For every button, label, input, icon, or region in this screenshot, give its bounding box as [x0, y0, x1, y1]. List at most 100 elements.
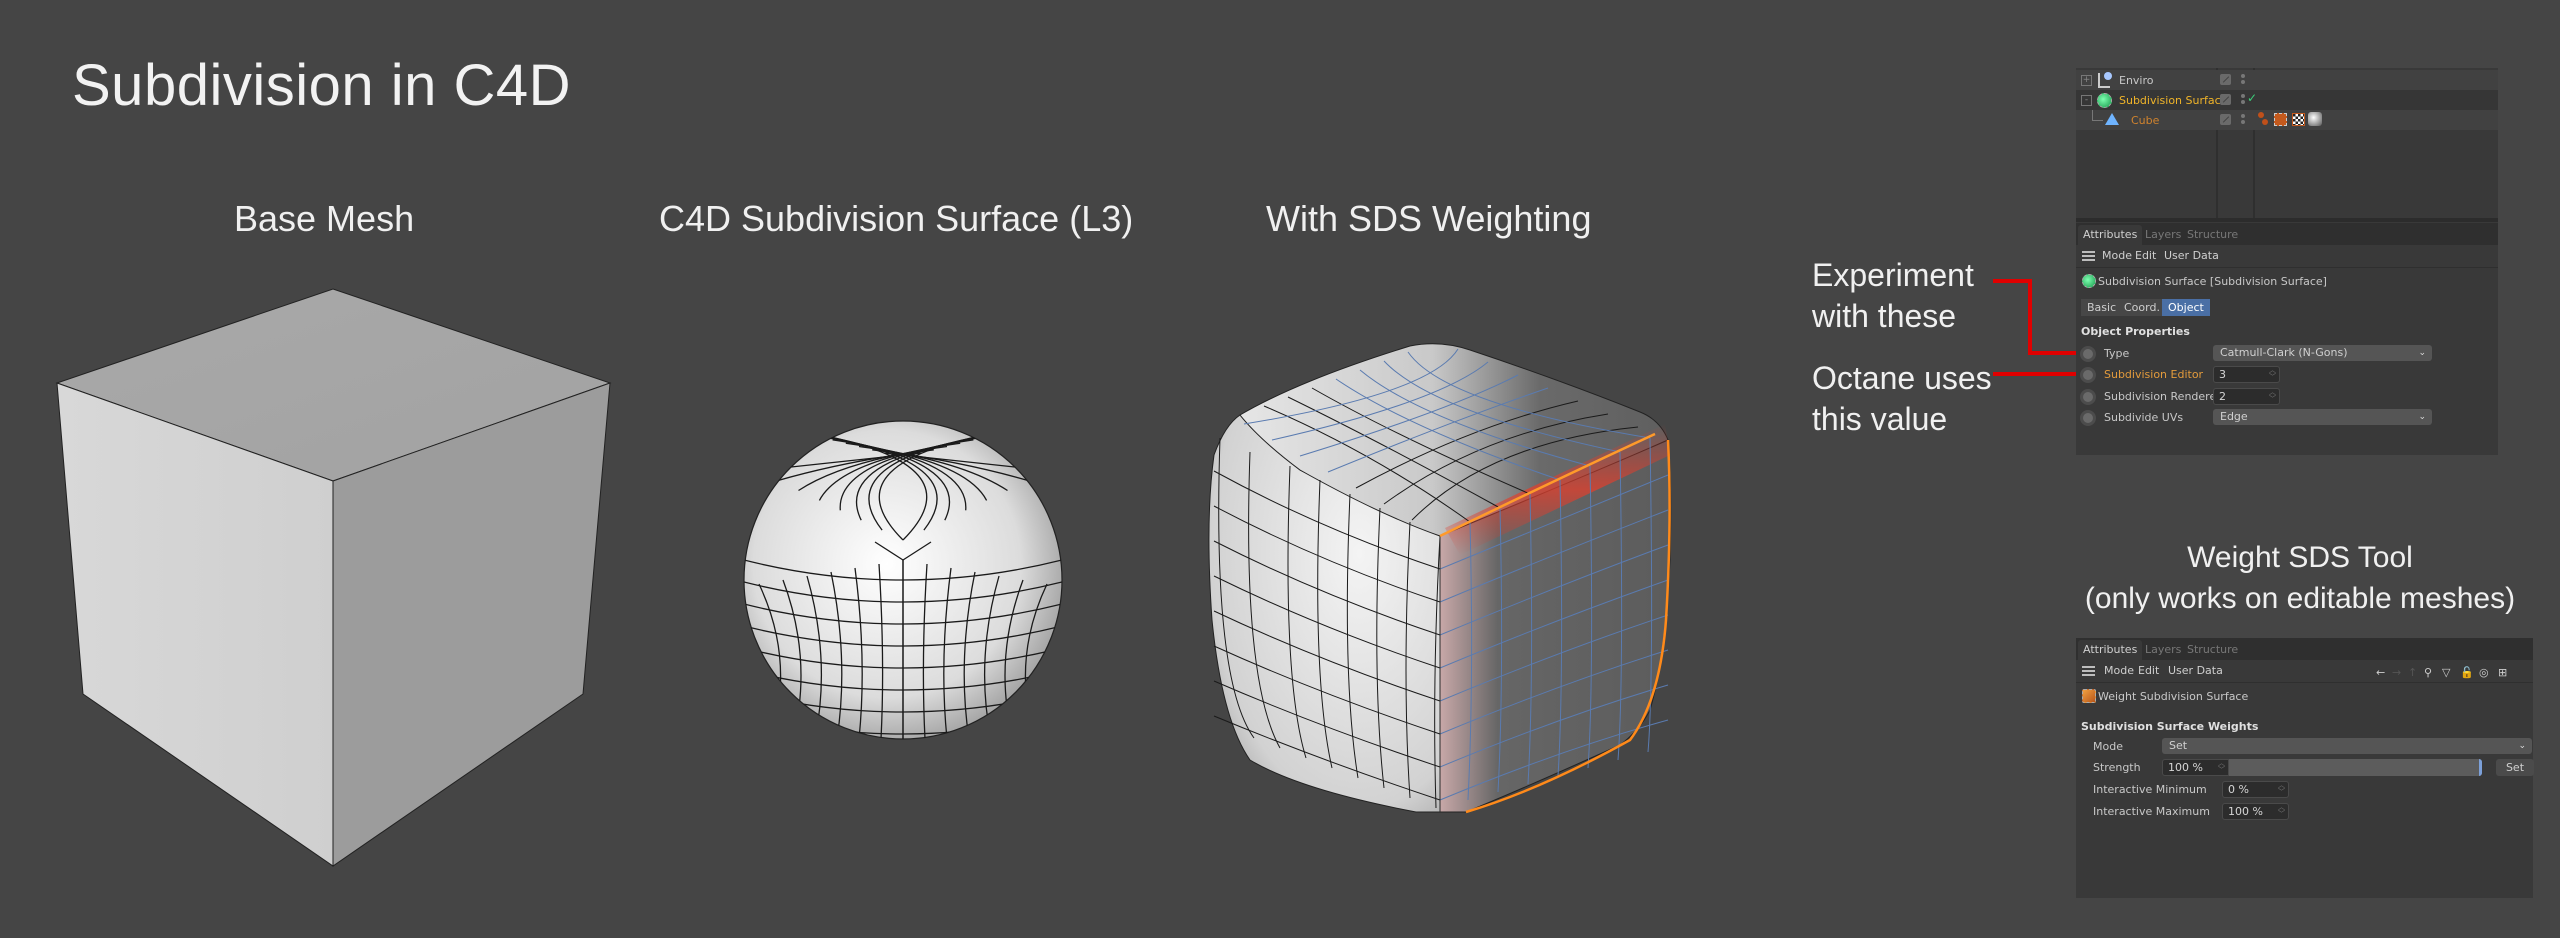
selection-tag-icon-dot — [2262, 119, 2268, 125]
subdivided-sphere — [743, 420, 1063, 740]
spinner-icon[interactable]: ︿ ﹀ — [2269, 389, 2276, 403]
tab-structure[interactable]: Structure — [2182, 640, 2243, 660]
chevron-down-icon: ⌄ — [2418, 412, 2426, 422]
panel-divider — [2076, 218, 2498, 222]
render-dots[interactable] — [2241, 114, 2245, 126]
weighted-rounded-cube — [1208, 343, 1672, 814]
dropdown-subdivide-uvs[interactable]: Edge ⌄ — [2213, 409, 2432, 425]
target-icon[interactable]: ◎ — [2479, 666, 2489, 679]
collapse-icon[interactable]: - — [2081, 95, 2092, 106]
spinner-icon[interactable]: ︿ ﹀ — [2269, 367, 2276, 381]
tab-layers[interactable]: Layers — [2140, 640, 2186, 660]
label-mode: Mode — [2093, 740, 2123, 753]
material-tag-icon[interactable] — [2308, 112, 2322, 126]
strength-slider[interactable] — [2229, 759, 2482, 776]
forward-arrow-icon[interactable]: → — [2392, 666, 2401, 679]
annotation-line-experiment — [1993, 279, 2088, 355]
subtab-basic[interactable]: Basic — [2081, 299, 2123, 316]
polygon-object-icon — [2105, 113, 2119, 125]
object-manager: + Enviro - Subdivision Surface ✓ Cube — [2076, 68, 2498, 218]
spinner-icon[interactable]: ︿ ﹀ — [2278, 782, 2285, 796]
attributes-menu-bar: Mode Edit User Data ← → ↑ ⚲ ▽ 🔓 ◎ ⊞ — [2076, 660, 2533, 683]
set-button[interactable]: Set — [2496, 759, 2534, 776]
animate-radio[interactable] — [2080, 346, 2096, 362]
label-strength: Strength — [2093, 761, 2141, 774]
visibility-toggle[interactable] — [2220, 74, 2231, 85]
object-name[interactable]: Cube — [2131, 114, 2159, 127]
label-subdivide-uvs: Subdivide UVs — [2104, 411, 2184, 424]
attributes-tab-bar: Attributes Layers Structure — [2076, 638, 2533, 660]
dropdown-type-value: Catmull-Clark (N-Gons) — [2220, 346, 2348, 359]
object-row-subdivision-surface[interactable]: - Subdivision Surface ✓ — [2076, 90, 2498, 110]
animate-radio[interactable] — [2080, 410, 2096, 426]
label-subdivision-renderer: Subdivision Renderer — [2104, 390, 2221, 403]
expand-icon[interactable]: + — [2081, 75, 2092, 86]
field-interactive-maximum[interactable]: 100 % ︿ ﹀ — [2222, 803, 2289, 820]
subdivision-surface-icon — [2082, 274, 2096, 288]
field-subdivision-renderer[interactable]: 2 ︿ ﹀ — [2213, 388, 2280, 405]
back-arrow-icon[interactable]: ← — [2376, 666, 2385, 679]
object-name[interactable]: Subdivision Surface — [2119, 94, 2227, 107]
c4d-weight-tool-panel: Attributes Layers Structure Mode Edit Us… — [2076, 638, 2534, 898]
hamburger-menu-icon[interactable] — [2082, 251, 2095, 261]
chevron-down-icon: ⌄ — [2518, 741, 2526, 751]
environment-icon-sun — [2104, 72, 2112, 80]
animate-radio[interactable] — [2080, 389, 2096, 405]
up-arrow-icon[interactable]: ↑ — [2408, 666, 2417, 679]
menu-edit[interactable]: Edit — [2135, 249, 2156, 262]
object-name[interactable]: Enviro — [2119, 74, 2154, 87]
search-icon[interactable]: ⚲ — [2424, 666, 2432, 679]
label-interactive-maximum: Interactive Maximum — [2093, 805, 2210, 818]
attributes-object-title: Subdivision Surface [Subdivision Surface… — [2098, 275, 2327, 288]
tab-attributes[interactable]: Attributes — [2078, 640, 2143, 660]
filter-icon[interactable]: ▽ — [2442, 666, 2450, 679]
attributes-tab-bar: Attributes Layers Structure — [2076, 223, 2498, 245]
menu-mode[interactable]: Mode — [2102, 249, 2132, 262]
weight-sds-tag-icon[interactable] — [2274, 113, 2287, 126]
dropdown-mode[interactable]: Set ⌄ — [2162, 738, 2532, 754]
tab-layers[interactable]: Layers — [2140, 225, 2186, 245]
tree-line — [2092, 110, 2103, 121]
field-interactive-minimum[interactable]: 0 % ︿ ﹀ — [2222, 781, 2289, 798]
field-value: 2 — [2219, 390, 2226, 403]
subtab-object[interactable]: Object — [2162, 299, 2210, 316]
tab-attributes[interactable]: Attributes — [2078, 225, 2143, 245]
menu-edit[interactable]: Edit — [2138, 664, 2159, 677]
visibility-toggle[interactable] — [2220, 94, 2231, 105]
render-dots[interactable] — [2241, 74, 2245, 86]
label-type: Type — [2104, 347, 2130, 360]
animate-radio[interactable] — [2080, 367, 2096, 383]
label-interactive-minimum: Interactive Minimum — [2093, 783, 2207, 796]
menu-user-data[interactable]: User Data — [2168, 664, 2223, 677]
field-value: 0 % — [2228, 783, 2249, 796]
field-value: 3 — [2219, 368, 2226, 381]
object-row-cube[interactable]: Cube — [2076, 110, 2498, 130]
dropdown-type[interactable]: Catmull-Clark (N-Gons) ⌄ — [2213, 345, 2432, 361]
subtab-coord[interactable]: Coord. — [2118, 299, 2166, 316]
spinner-icon[interactable]: ︿ ﹀ — [2278, 804, 2285, 818]
lock-icon[interactable]: 🔓 — [2460, 666, 2474, 679]
c4d-top-panel: + Enviro - Subdivision Surface ✓ Cube At… — [2076, 68, 2498, 455]
menu-user-data[interactable]: User Data — [2164, 249, 2219, 262]
object-row-enviro[interactable]: + Enviro — [2076, 70, 2498, 90]
render-dots[interactable] — [2241, 94, 2245, 106]
hamburger-menu-icon[interactable] — [2082, 666, 2095, 676]
tab-structure[interactable]: Structure — [2182, 225, 2243, 245]
weight-sds-tool-icon — [2082, 689, 2096, 703]
selection-tag-icon[interactable] — [2258, 112, 2264, 118]
subdivision-surface-icon — [2097, 93, 2112, 108]
field-value: 100 % — [2168, 761, 2203, 774]
section-sds-weights: Subdivision Surface Weights — [2081, 720, 2259, 733]
spinner-icon[interactable]: ︿ ﹀ — [2218, 760, 2225, 774]
navigation-toolbar: ← → ↑ ⚲ ▽ 🔓 ◎ ⊞ — [2376, 662, 2531, 680]
visibility-toggle[interactable] — [2220, 114, 2231, 125]
base-mesh-cube — [55, 288, 612, 867]
label-subdivision-editor: Subdivision Editor — [2104, 368, 2204, 381]
texture-tag-icon[interactable] — [2292, 113, 2305, 126]
field-subdivision-editor[interactable]: 3 ︿ ﹀ — [2213, 366, 2280, 383]
enabled-check-icon[interactable]: ✓ — [2247, 91, 2257, 105]
menu-mode[interactable]: Mode — [2104, 664, 2134, 677]
chevron-down-icon: ⌄ — [2418, 348, 2426, 358]
new-panel-icon[interactable]: ⊞ — [2498, 666, 2507, 679]
field-strength[interactable]: 100 % ︿ ﹀ — [2162, 759, 2229, 776]
